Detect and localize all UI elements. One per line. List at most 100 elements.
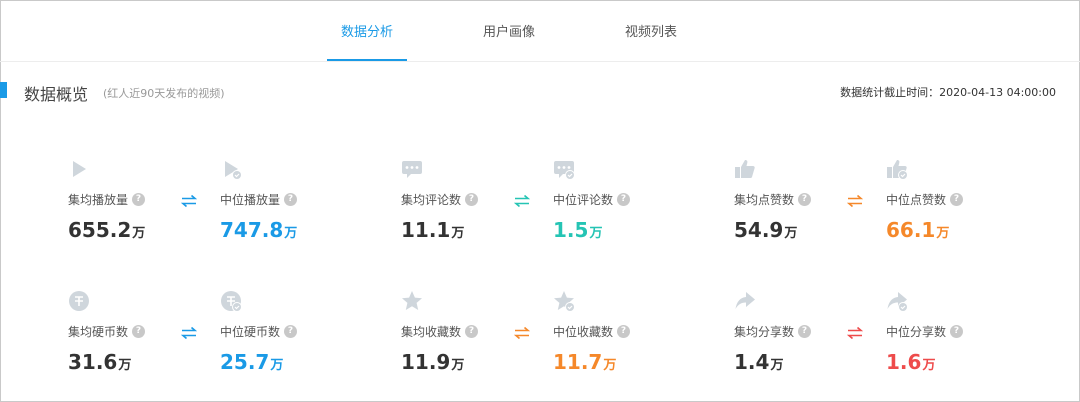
metric-unit: 万 <box>589 226 603 241</box>
metric-number: 1.5 <box>553 218 589 242</box>
help-icon[interactable]: ? <box>950 325 964 338</box>
metric-unit: 万 <box>784 226 798 241</box>
metric-card: 集均点赞数? 54.9万 <box>734 158 854 258</box>
metric-card: 集均硬币数? 31.6万 <box>68 290 188 390</box>
swap-icon <box>846 193 864 208</box>
tab-bar: 数据分析 用户画像 视频列表 <box>0 0 1080 62</box>
metric-card: 中位播放量? 747.8万 <box>220 158 340 258</box>
active-tab-indicator <box>327 59 407 61</box>
metric-label-text: 中位点赞数 <box>886 193 947 207</box>
thumbs-up-icon <box>734 158 756 180</box>
metric-number: 11.1 <box>401 218 451 242</box>
metric-number: 25.7 <box>220 350 270 374</box>
metric-number: 747.8 <box>220 218 284 242</box>
metric-card: 中位点赞数? 66.1万 <box>886 158 1006 258</box>
metric-card: 集均播放量? 655.2万 <box>68 158 188 258</box>
metric-number: 1.6 <box>886 350 922 374</box>
metric-label-text: 集均点赞数 <box>734 193 795 207</box>
section-title: 数据概览 <box>24 85 89 104</box>
metric-unit: 万 <box>936 226 950 241</box>
section-subtitle: (红人近90天发布的视频) <box>103 87 225 100</box>
metric-value: 54.9万 <box>734 218 797 242</box>
help-icon[interactable]: ? <box>465 325 479 338</box>
metric-label: 中位硬币数? <box>220 323 298 340</box>
metric-label: 集均收藏数? <box>401 323 479 340</box>
metric-label: 集均分享数? <box>734 323 812 340</box>
metric-unit: 万 <box>132 226 146 241</box>
metric-label-text: 集均收藏数 <box>401 325 462 339</box>
metric-number: 66.1 <box>886 218 936 242</box>
metric-label: 集均播放量? <box>68 191 146 208</box>
stat-cutoff-time: 数据统计截止时间：2020-04-13 04:00:00 <box>840 86 1056 99</box>
metric-label: 中位点赞数? <box>886 191 964 208</box>
metric-unit: 万 <box>451 358 465 373</box>
metric-value: 655.2万 <box>68 218 145 242</box>
metric-value: 11.9万 <box>401 350 464 374</box>
metric-value: 747.8万 <box>220 218 297 242</box>
metric-value: 11.1万 <box>401 218 464 242</box>
metric-label: 集均硬币数? <box>68 323 146 340</box>
metric-label-text: 中位硬币数 <box>220 325 281 339</box>
metric-number: 54.9 <box>734 218 784 242</box>
metric-card: 中位分享数? 1.6万 <box>886 290 1006 390</box>
metric-value: 1.5万 <box>553 218 602 242</box>
metric-label-text: 中位分享数 <box>886 325 947 339</box>
section-marker <box>0 82 7 98</box>
metric-unit: 万 <box>770 358 784 373</box>
metric-card: 集均分享数? 1.4万 <box>734 290 854 390</box>
share-icon <box>734 290 756 312</box>
star-icon <box>401 290 423 312</box>
metric-unit: 万 <box>270 358 284 373</box>
metric-label-text: 中位收藏数 <box>553 325 614 339</box>
metric-unit: 万 <box>284 226 298 241</box>
coin-median-icon <box>220 290 242 312</box>
tab-video-list[interactable]: 视频列表 <box>625 21 677 40</box>
metric-card: 中位评论数? 1.5万 <box>553 158 673 258</box>
metric-label: 中位评论数? <box>553 191 631 208</box>
metric-unit: 万 <box>118 358 132 373</box>
metric-number: 1.4 <box>734 350 770 374</box>
help-icon[interactable]: ? <box>132 193 146 206</box>
help-icon[interactable]: ? <box>617 193 631 206</box>
metric-label-text: 中位播放量 <box>220 193 281 207</box>
metric-card: 集均收藏数? 11.9万 <box>401 290 521 390</box>
coin-icon <box>68 290 90 312</box>
tab-data-analysis[interactable]: 数据分析 <box>341 21 393 40</box>
help-icon[interactable]: ? <box>950 193 964 206</box>
help-icon[interactable]: ? <box>798 193 812 206</box>
star-median-icon <box>553 290 575 312</box>
metric-label: 集均点赞数? <box>734 191 812 208</box>
metric-label: 中位收藏数? <box>553 323 631 340</box>
metric-label-text: 集均评论数 <box>401 193 462 207</box>
metric-label: 集均评论数? <box>401 191 479 208</box>
help-icon[interactable]: ? <box>132 325 146 338</box>
comment-median-icon <box>553 158 575 180</box>
play-median-icon <box>220 158 242 180</box>
metric-card: 中位硬币数? 25.7万 <box>220 290 340 390</box>
help-icon[interactable]: ? <box>617 325 631 338</box>
metric-unit: 万 <box>922 358 936 373</box>
help-icon[interactable]: ? <box>465 193 479 206</box>
share-median-icon <box>886 290 908 312</box>
help-icon[interactable]: ? <box>284 325 298 338</box>
help-icon[interactable]: ? <box>284 193 298 206</box>
tab-user-profile[interactable]: 用户画像 <box>483 21 535 40</box>
metric-label: 中位分享数? <box>886 323 964 340</box>
metric-label-text: 集均分享数 <box>734 325 795 339</box>
metric-number: 655.2 <box>68 218 132 242</box>
metric-value: 25.7万 <box>220 350 283 374</box>
metric-card: 中位收藏数? 11.7万 <box>553 290 673 390</box>
swap-icon <box>513 325 531 340</box>
swap-icon <box>180 193 198 208</box>
metric-value: 1.4万 <box>734 350 783 374</box>
metric-label-text: 集均硬币数 <box>68 325 129 339</box>
help-icon[interactable]: ? <box>798 325 812 338</box>
metric-number: 11.9 <box>401 350 451 374</box>
metric-unit: 万 <box>603 358 617 373</box>
metric-label: 中位播放量? <box>220 191 298 208</box>
play-icon <box>68 158 90 180</box>
metric-number: 11.7 <box>553 350 603 374</box>
metric-value: 11.7万 <box>553 350 616 374</box>
metric-value: 31.6万 <box>68 350 131 374</box>
metric-label-text: 集均播放量 <box>68 193 129 207</box>
